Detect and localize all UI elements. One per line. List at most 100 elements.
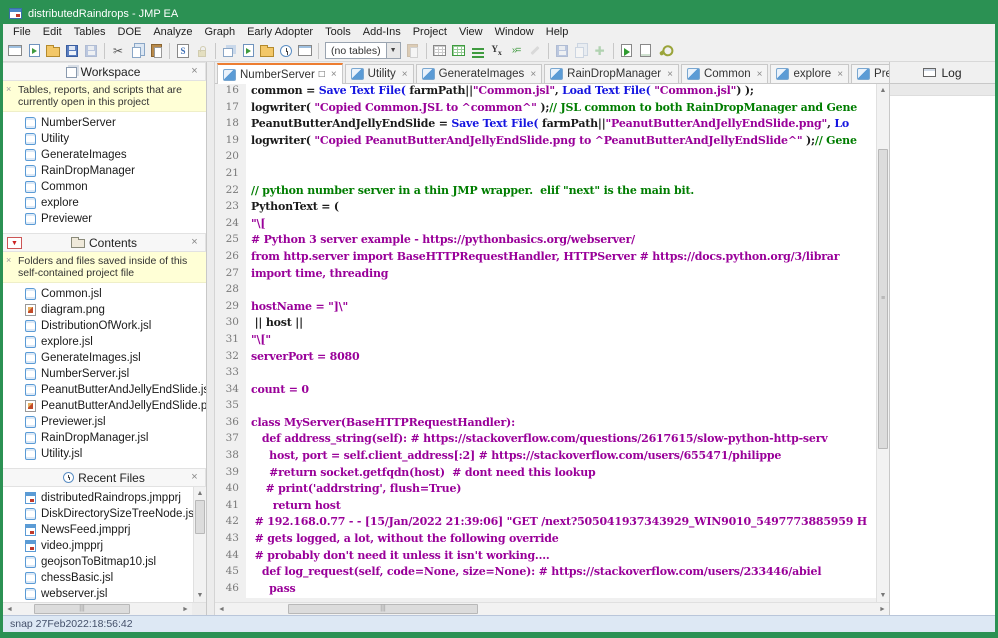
menu-item-help[interactable]: Help bbox=[540, 24, 575, 40]
windows-button[interactable] bbox=[220, 42, 238, 60]
recent-item-chessbasic-jsl[interactable]: chessBasic.jsl bbox=[25, 570, 193, 586]
scroll-left-icon[interactable]: ◄ bbox=[215, 603, 228, 616]
scroll-up-icon[interactable]: ▲ bbox=[877, 84, 890, 97]
recent-scroll-track[interactable] bbox=[194, 500, 206, 589]
sidebar-splitter[interactable] bbox=[207, 62, 215, 615]
workspace-item-numberserver[interactable]: NumberServer bbox=[25, 115, 206, 131]
contents-note-close-icon[interactable]: × bbox=[6, 254, 11, 266]
contents-item-common-jsl[interactable]: Common.jsl bbox=[25, 286, 206, 302]
search-button[interactable] bbox=[572, 42, 590, 60]
summary-button[interactable] bbox=[450, 42, 468, 60]
sidebar-hscroll-track[interactable]: ||| bbox=[16, 603, 179, 615]
script-editor[interactable]: 16common = Save Text File( farmPath||"Co… bbox=[215, 84, 876, 602]
scroll-down-icon[interactable]: ▼ bbox=[877, 589, 890, 602]
run-script-button[interactable] bbox=[618, 42, 636, 60]
tab-common[interactable]: Common× bbox=[681, 64, 769, 83]
workspace-item-raindropmanager[interactable]: RainDropManager bbox=[25, 163, 206, 179]
lock-button[interactable] bbox=[193, 42, 211, 60]
window-list-button[interactable] bbox=[296, 42, 314, 60]
menu-item-add-ins[interactable]: Add-Ins bbox=[357, 24, 407, 40]
contents-item-numberserver-jsl[interactable]: NumberServer.jsl bbox=[25, 366, 206, 382]
menu-item-project[interactable]: Project bbox=[407, 24, 453, 40]
recent-item-distributedraindrops-jmpprj[interactable]: distributedRaindrops.jmpprj bbox=[25, 490, 193, 506]
menu-item-early-adopter[interactable]: Early Adopter bbox=[241, 24, 319, 40]
workspace-item-previewer[interactable]: Previewer bbox=[25, 211, 206, 227]
workspace-note-close-icon[interactable]: × bbox=[6, 83, 11, 95]
properties-button[interactable] bbox=[239, 42, 257, 60]
tab-utility[interactable]: Utility× bbox=[345, 64, 414, 83]
log-content[interactable] bbox=[890, 96, 995, 615]
scroll-up-icon[interactable]: ▲ bbox=[194, 487, 207, 500]
workspace-item-generateimages[interactable]: GenerateImages bbox=[25, 147, 206, 163]
sidebar-hscroll-thumb[interactable]: ||| bbox=[34, 604, 130, 614]
data-table-button[interactable] bbox=[431, 42, 449, 60]
contents-item-peanutbutterandjellyendslide-png[interactable]: PeanutButterAndJellyEndSlide.png bbox=[25, 398, 206, 414]
menu-item-window[interactable]: Window bbox=[489, 24, 540, 40]
recent-item-video-jmpprj[interactable]: video.jmpprj bbox=[25, 538, 193, 554]
tab-numberserver[interactable]: NumberServer□× bbox=[217, 63, 343, 84]
tab-close-icon[interactable]: × bbox=[331, 69, 337, 80]
contents-item-distributionofwork-jsl[interactable]: DistributionOfWork.jsl bbox=[25, 318, 206, 334]
workspace-close-icon[interactable]: × bbox=[188, 65, 201, 78]
editor-hscroll-thumb[interactable]: ||| bbox=[288, 604, 478, 614]
formula-button[interactable]: Yx bbox=[488, 42, 506, 60]
open-button[interactable] bbox=[44, 42, 62, 60]
recent-item-webserver-jsl[interactable]: webserver.jsl bbox=[25, 586, 193, 602]
menu-item-tables[interactable]: Tables bbox=[68, 24, 112, 40]
join-button[interactable]: »= bbox=[507, 42, 525, 60]
tab-close-icon[interactable]: × bbox=[530, 69, 536, 80]
recent-files-vertical-scrollbar[interactable]: ▲ ▼ bbox=[193, 487, 206, 602]
editor-vertical-scrollbar[interactable]: ▲ ≡ ▼ bbox=[876, 84, 889, 602]
paste-button[interactable] bbox=[147, 42, 165, 60]
workspace-item-common[interactable]: Common bbox=[25, 179, 206, 195]
menu-item-tools[interactable]: Tools bbox=[319, 24, 357, 40]
menu-item-doe[interactable]: DOE bbox=[112, 24, 148, 40]
contents-item-raindropmanager-jsl[interactable]: RainDropManager.jsl bbox=[25, 430, 206, 446]
tab-close-icon[interactable]: × bbox=[757, 69, 763, 80]
editor-hscroll-track[interactable]: ||| bbox=[228, 603, 876, 615]
table-action-button[interactable] bbox=[404, 42, 422, 60]
history-button[interactable] bbox=[277, 42, 295, 60]
contents-item-previewer-jsl[interactable]: Previewer.jsl bbox=[25, 414, 206, 430]
stack-button[interactable] bbox=[469, 42, 487, 60]
new-script-button[interactable] bbox=[25, 42, 43, 60]
menu-item-edit[interactable]: Edit bbox=[37, 24, 68, 40]
contents-item-generateimages-jsl[interactable]: GenerateImages.jsl bbox=[25, 350, 206, 366]
recent-files-close-icon[interactable]: × bbox=[188, 471, 201, 484]
scroll-right-icon[interactable]: ► bbox=[179, 603, 192, 616]
tab-explore[interactable]: explore× bbox=[770, 64, 849, 83]
menu-item-file[interactable]: File bbox=[7, 24, 37, 40]
scroll-right-icon[interactable]: ► bbox=[876, 603, 889, 616]
contents-item-diagram-png[interactable]: diagram.png bbox=[25, 302, 206, 318]
scroll-left-icon[interactable]: ◄ bbox=[3, 603, 16, 616]
editor-vscroll-track[interactable]: ≡ bbox=[877, 97, 889, 589]
menu-item-view[interactable]: View bbox=[453, 24, 489, 40]
sidebar-horizontal-scrollbar[interactable]: ◄ ||| ► bbox=[3, 602, 206, 615]
edit-button[interactable] bbox=[526, 42, 544, 60]
tab-close-icon[interactable]: × bbox=[402, 69, 408, 80]
script-button[interactable]: S bbox=[174, 42, 192, 60]
tab-maximize-icon[interactable]: □ bbox=[319, 69, 325, 80]
new-project-button[interactable] bbox=[6, 42, 24, 60]
workspace-item-utility[interactable]: Utility bbox=[25, 131, 206, 147]
contents-item-utility-jsl[interactable]: Utility.jsl bbox=[25, 446, 206, 462]
scroll-down-icon[interactable]: ▼ bbox=[194, 589, 207, 602]
add-button[interactable]: ✚ bbox=[591, 42, 609, 60]
tab-generateimages[interactable]: GenerateImages× bbox=[416, 64, 543, 83]
new-jsl-button[interactable] bbox=[637, 42, 655, 60]
editor-vscroll-thumb[interactable]: ≡ bbox=[878, 149, 888, 449]
contents-close-icon[interactable]: × bbox=[188, 236, 201, 249]
copy-button[interactable] bbox=[128, 42, 146, 60]
table-selector[interactable]: (no tables) ▼ bbox=[325, 42, 401, 59]
tab-close-icon[interactable]: × bbox=[837, 69, 843, 80]
workspace-item-explore[interactable]: explore bbox=[25, 195, 206, 211]
save-as-button[interactable] bbox=[63, 42, 81, 60]
recent-item-diskdirectorysizetreenode-jsl[interactable]: DiskDirectorySizeTreeNode.jsl bbox=[25, 506, 193, 522]
recent-item-newsfeed-jmpprj[interactable]: NewsFeed.jmpprj bbox=[25, 522, 193, 538]
save-session-button[interactable] bbox=[553, 42, 571, 60]
recent-item-geojsontobitmap10-jsl[interactable]: geojsonToBitmap10.jsl bbox=[25, 554, 193, 570]
project-button[interactable] bbox=[258, 42, 276, 60]
contents-item-peanutbutterandjellyendslide-jsl[interactable]: PeanutButterAndJellyEndSlide.jsl bbox=[25, 382, 206, 398]
menu-item-graph[interactable]: Graph bbox=[198, 24, 241, 40]
preferences-button[interactable] bbox=[656, 42, 674, 60]
